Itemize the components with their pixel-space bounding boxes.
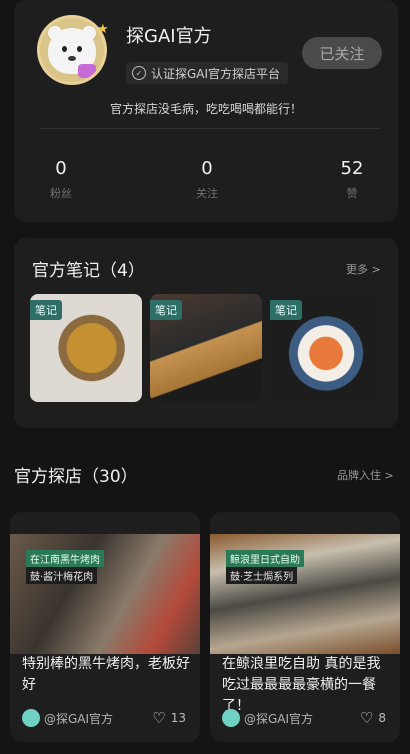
- like-count: 13: [170, 711, 186, 725]
- stat-likes[interactable]: 52 赞: [317, 158, 387, 201]
- verified-badge: ✓ 认证探GAI官方探店平台: [126, 62, 289, 84]
- stat-label: 关注: [196, 187, 218, 200]
- author-name: @探GAI官方: [244, 711, 314, 726]
- stat-number: 0: [55, 158, 67, 179]
- shop-card-title: 在鲸浪里吃自助 真的是我吃过最最最最豪横的一餐了！: [222, 656, 381, 714]
- author-avatar-icon: [222, 709, 240, 727]
- notes-title: 官方笔记（4）: [32, 261, 145, 281]
- note-thumbnail[interactable]: 笔记: [30, 294, 142, 402]
- author[interactable]: @探GAI官方: [22, 709, 113, 727]
- stat-following[interactable]: 0 关注: [172, 158, 242, 201]
- bear-eye-icon: [62, 46, 67, 52]
- note-tag: 笔记: [270, 300, 302, 320]
- stat-label: 粉丝: [50, 187, 72, 200]
- note-tag: 笔记: [150, 300, 182, 320]
- like-count: 8: [378, 711, 386, 725]
- shop-card[interactable]: 在江南黑牛烤肉 鼓·酱汁梅花肉 特别棒的黑牛烤肉，老板好好 @探GAI官方 ♡ …: [10, 512, 200, 742]
- follow-button[interactable]: 已关注: [302, 37, 382, 69]
- like-button[interactable]: ♡ 13: [152, 709, 186, 727]
- avatar[interactable]: [40, 18, 104, 82]
- stat-label: 赞: [346, 187, 358, 200]
- author-name: @探GAI官方: [44, 711, 114, 726]
- profile-name: 探GAI官方: [126, 26, 212, 47]
- shop-dish-label: 鼓·酱汁梅花肉: [26, 567, 98, 584]
- note-thumbnail[interactable]: 笔记: [270, 294, 382, 402]
- notes-more-link[interactable]: 更多 >: [346, 261, 381, 277]
- brand-join-link[interactable]: 品牌入住 >: [337, 467, 394, 483]
- like-button[interactable]: ♡ 8: [360, 709, 386, 727]
- divider: [40, 128, 380, 129]
- profile-description: 官方探店没毛病，吃吃喝喝都能行！: [109, 102, 302, 116]
- profile-card: ★ 探GAI官方 ✓ 认证探GAI官方探店平台 已关注 官方探店没毛病，吃吃喝喝…: [14, 0, 398, 222]
- stat-number: 0: [201, 158, 213, 179]
- verified-text: 认证探GAI官方探店平台: [151, 66, 281, 81]
- verified-check-icon: ✓: [132, 66, 146, 80]
- bear-nose-icon: [68, 56, 76, 61]
- note-thumbnail[interactable]: 笔记: [150, 294, 262, 402]
- author-avatar-icon: [22, 709, 40, 727]
- shops-title: 官方探店（30）: [14, 467, 138, 487]
- bear-eye-icon: [77, 46, 82, 52]
- stat-followers[interactable]: 0 粉丝: [26, 158, 96, 201]
- shop-label: 鲸浪里日式自助: [226, 550, 304, 567]
- shop-label: 在江南黑牛烤肉: [26, 550, 104, 567]
- author[interactable]: @探GAI官方: [222, 709, 313, 727]
- stat-number: 52: [340, 158, 364, 179]
- shop-card[interactable]: 鲸浪里日式自助 鼓·芝士焗系列 在鲸浪里吃自助 真的是我吃过最最最最豪横的一餐了…: [210, 512, 400, 742]
- official-notes-card: 官方笔记（4） 更多 > 笔记 笔记 笔记: [14, 238, 398, 428]
- shop-card-title: 特别棒的黑牛烤肉，老板好好: [22, 656, 190, 693]
- heart-icon: ♡: [359, 709, 374, 727]
- shop-dish-label: 鼓·芝士焗系列: [226, 567, 298, 584]
- avatar-badge-icon: [78, 64, 96, 78]
- star-icon: ★: [97, 22, 109, 37]
- heart-icon: ♡: [152, 709, 166, 727]
- note-tag: 笔记: [30, 300, 62, 320]
